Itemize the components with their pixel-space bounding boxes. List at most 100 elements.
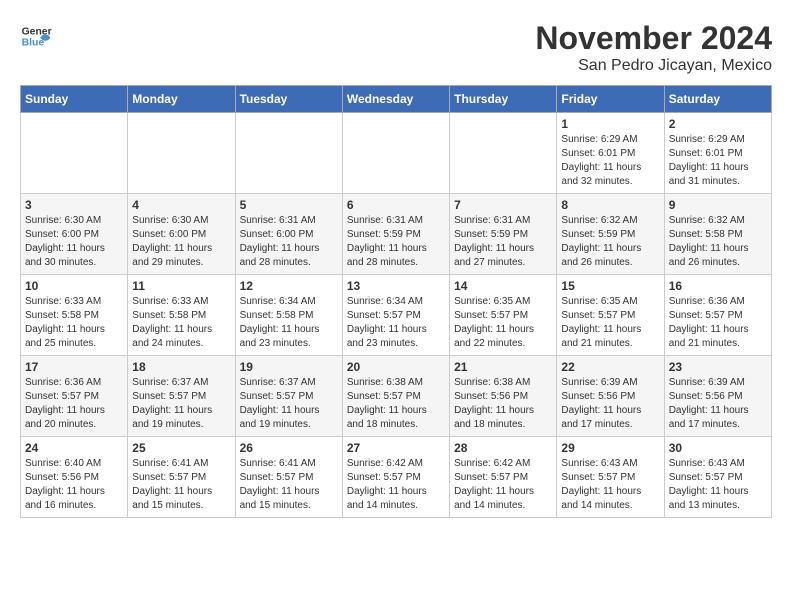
svg-text:Blue: Blue xyxy=(22,38,45,49)
day-number: 18 xyxy=(132,360,230,374)
calendar-cell: 6 Sunrise: 6:31 AM Sunset: 5:59 PM Daylig… xyxy=(342,194,449,275)
day-info: Sunrise: 6:34 AM Sunset: 5:58 PM Dayligh… xyxy=(240,295,338,351)
header-day-saturday: Saturday xyxy=(664,86,771,113)
day-number: 11 xyxy=(132,279,230,293)
day-info: Sunrise: 6:35 AM Sunset: 5:57 PM Dayligh… xyxy=(561,295,659,351)
calendar-cell: 2 Sunrise: 6:29 AM Sunset: 6:01 PM Daylig… xyxy=(664,113,771,194)
day-number: 15 xyxy=(561,279,659,293)
day-info: Sunrise: 6:43 AM Sunset: 5:57 PM Dayligh… xyxy=(561,457,659,513)
day-number: 28 xyxy=(454,441,552,455)
day-number: 25 xyxy=(132,441,230,455)
day-number: 29 xyxy=(561,441,659,455)
calendar-cell: 23Sunrise: 6:39 AM Sunset: 5:56 PM Dayli… xyxy=(664,356,771,437)
calendar-cell: 16 Sunrise: 6:36 AM Sunset: 5:57 PM Dayli… xyxy=(664,275,771,356)
calendar-cell: 12Sunrise: 6:34 AM Sunset: 5:58 PM Dayli… xyxy=(235,275,342,356)
day-info: Sunrise: 6:30 AM Sunset: 6:00 PM Dayligh… xyxy=(25,214,123,270)
day-info: Sunrise: 6:43 AM Sunset: 5:57 PM Dayligh… xyxy=(669,457,767,513)
calendar-week-3: 10 Sunrise: 6:33 AM Sunset: 5:58 PM Dayli… xyxy=(21,275,772,356)
day-info: Sunrise: 6:42 AM Sunset: 5:57 PM Dayligh… xyxy=(454,457,552,513)
day-info: Sunrise: 6:38 AM Sunset: 5:57 PM Dayligh… xyxy=(347,376,445,432)
day-info: Sunrise: 6:33 AM Sunset: 5:58 PM Dayligh… xyxy=(25,295,123,351)
header-day-monday: Monday xyxy=(128,86,235,113)
header-day-tuesday: Tuesday xyxy=(235,86,342,113)
day-info: Sunrise: 6:32 AM Sunset: 5:59 PM Dayligh… xyxy=(561,214,659,270)
calendar-cell: 24 Sunrise: 6:40 AM Sunset: 5:56 PM Dayli… xyxy=(21,437,128,518)
day-info: Sunrise: 6:41 AM Sunset: 5:57 PM Dayligh… xyxy=(240,457,338,513)
calendar-cell: 17 Sunrise: 6:36 AM Sunset: 5:57 PM Dayli… xyxy=(21,356,128,437)
calendar-cell: 7 Sunrise: 6:31 AM Sunset: 5:59 PM Daylig… xyxy=(450,194,557,275)
day-info: Sunrise: 6:38 AM Sunset: 5:56 PM Dayligh… xyxy=(454,376,552,432)
day-info: Sunrise: 6:37 AM Sunset: 5:57 PM Dayligh… xyxy=(132,376,230,432)
calendar-cell: 22 Sunrise: 6:39 AM Sunset: 5:56 PM Dayli… xyxy=(557,356,664,437)
calendar-cell: 30Sunrise: 6:43 AM Sunset: 5:57 PM Dayli… xyxy=(664,437,771,518)
day-number: 8 xyxy=(561,198,659,212)
day-info: Sunrise: 6:32 AM Sunset: 5:58 PM Dayligh… xyxy=(669,214,767,270)
day-info: Sunrise: 6:29 AM Sunset: 6:01 PM Dayligh… xyxy=(561,133,659,189)
calendar-cell xyxy=(21,113,128,194)
day-info: Sunrise: 6:40 AM Sunset: 5:56 PM Dayligh… xyxy=(25,457,123,513)
calendar-cell: 27Sunrise: 6:42 AM Sunset: 5:57 PM Dayli… xyxy=(342,437,449,518)
calendar-cell: 20 Sunrise: 6:38 AM Sunset: 5:57 PM Dayli… xyxy=(342,356,449,437)
day-info: Sunrise: 6:31 AM Sunset: 5:59 PM Dayligh… xyxy=(347,214,445,270)
day-info: Sunrise: 6:36 AM Sunset: 5:57 PM Dayligh… xyxy=(25,376,123,432)
day-number: 22 xyxy=(561,360,659,374)
calendar-cell: 21 Sunrise: 6:38 AM Sunset: 5:56 PM Dayli… xyxy=(450,356,557,437)
day-number: 19 xyxy=(240,360,338,374)
day-number: 21 xyxy=(454,360,552,374)
day-number: 26 xyxy=(240,441,338,455)
logo: General Blue xyxy=(20,20,52,52)
header-day-wednesday: Wednesday xyxy=(342,86,449,113)
calendar-cell: 14Sunrise: 6:35 AM Sunset: 5:57 PM Dayli… xyxy=(450,275,557,356)
calendar-cell xyxy=(235,113,342,194)
day-info: Sunrise: 6:39 AM Sunset: 5:56 PM Dayligh… xyxy=(561,376,659,432)
calendar-cell: 13 Sunrise: 6:34 AM Sunset: 5:57 PM Dayli… xyxy=(342,275,449,356)
day-number: 6 xyxy=(347,198,445,212)
day-info: Sunrise: 6:41 AM Sunset: 5:57 PM Dayligh… xyxy=(132,457,230,513)
day-number: 16 xyxy=(669,279,767,293)
day-number: 7 xyxy=(454,198,552,212)
calendar-cell: 11 Sunrise: 6:33 AM Sunset: 5:58 PM Dayli… xyxy=(128,275,235,356)
title-area: November 2024 San Pedro Jicayan, Mexico xyxy=(535,20,772,75)
day-info: Sunrise: 6:34 AM Sunset: 5:57 PM Dayligh… xyxy=(347,295,445,351)
calendar-cell xyxy=(342,113,449,194)
day-number: 1 xyxy=(561,117,659,131)
header-day-sunday: Sunday xyxy=(21,86,128,113)
day-number: 24 xyxy=(25,441,123,455)
day-number: 17 xyxy=(25,360,123,374)
calendar-week-2: 3 Sunrise: 6:30 AM Sunset: 6:00 PM Daylig… xyxy=(21,194,772,275)
day-number: 10 xyxy=(25,279,123,293)
day-info: Sunrise: 6:39 AM Sunset: 5:56 PM Dayligh… xyxy=(669,376,767,432)
day-number: 20 xyxy=(347,360,445,374)
day-number: 5 xyxy=(240,198,338,212)
calendar-cell: 9 Sunrise: 6:32 AM Sunset: 5:58 PM Daylig… xyxy=(664,194,771,275)
day-info: Sunrise: 6:37 AM Sunset: 5:57 PM Dayligh… xyxy=(240,376,338,432)
day-info: Sunrise: 6:31 AM Sunset: 6:00 PM Dayligh… xyxy=(240,214,338,270)
day-number: 2 xyxy=(669,117,767,131)
calendar-cell xyxy=(450,113,557,194)
month-title: November 2024 xyxy=(535,20,772,57)
calendar-cell: 25 Sunrise: 6:41 AM Sunset: 5:57 PM Dayli… xyxy=(128,437,235,518)
calendar-cell: 10 Sunrise: 6:33 AM Sunset: 5:58 PM Dayli… xyxy=(21,275,128,356)
calendar-cell xyxy=(128,113,235,194)
calendar-table: SundayMondayTuesdayWednesdayThursdayFrid… xyxy=(20,85,772,518)
day-number: 9 xyxy=(669,198,767,212)
day-number: 27 xyxy=(347,441,445,455)
day-info: Sunrise: 6:29 AM Sunset: 6:01 PM Dayligh… xyxy=(669,133,767,189)
calendar-week-1: 1 Sunrise: 6:29 AM Sunset: 6:01 PM Daylig… xyxy=(21,113,772,194)
day-number: 13 xyxy=(347,279,445,293)
calendar-cell: 26 Sunrise: 6:41 AM Sunset: 5:57 PM Dayli… xyxy=(235,437,342,518)
header-day-friday: Friday xyxy=(557,86,664,113)
calendar-cell: 29 Sunrise: 6:43 AM Sunset: 5:57 PM Dayli… xyxy=(557,437,664,518)
day-number: 4 xyxy=(132,198,230,212)
logo-icon: General Blue xyxy=(20,20,52,52)
day-info: Sunrise: 6:33 AM Sunset: 5:58 PM Dayligh… xyxy=(132,295,230,351)
day-info: Sunrise: 6:31 AM Sunset: 5:59 PM Dayligh… xyxy=(454,214,552,270)
calendar-header-row: SundayMondayTuesdayWednesdayThursdayFrid… xyxy=(21,86,772,113)
calendar-cell: 8 Sunrise: 6:32 AM Sunset: 5:59 PM Daylig… xyxy=(557,194,664,275)
calendar-cell: 28 Sunrise: 6:42 AM Sunset: 5:57 PM Dayli… xyxy=(450,437,557,518)
day-info: Sunrise: 6:36 AM Sunset: 5:57 PM Dayligh… xyxy=(669,295,767,351)
calendar-cell: 1 Sunrise: 6:29 AM Sunset: 6:01 PM Daylig… xyxy=(557,113,664,194)
day-info: Sunrise: 6:30 AM Sunset: 6:00 PM Dayligh… xyxy=(132,214,230,270)
calendar-week-5: 24 Sunrise: 6:40 AM Sunset: 5:56 PM Dayli… xyxy=(21,437,772,518)
day-number: 3 xyxy=(25,198,123,212)
